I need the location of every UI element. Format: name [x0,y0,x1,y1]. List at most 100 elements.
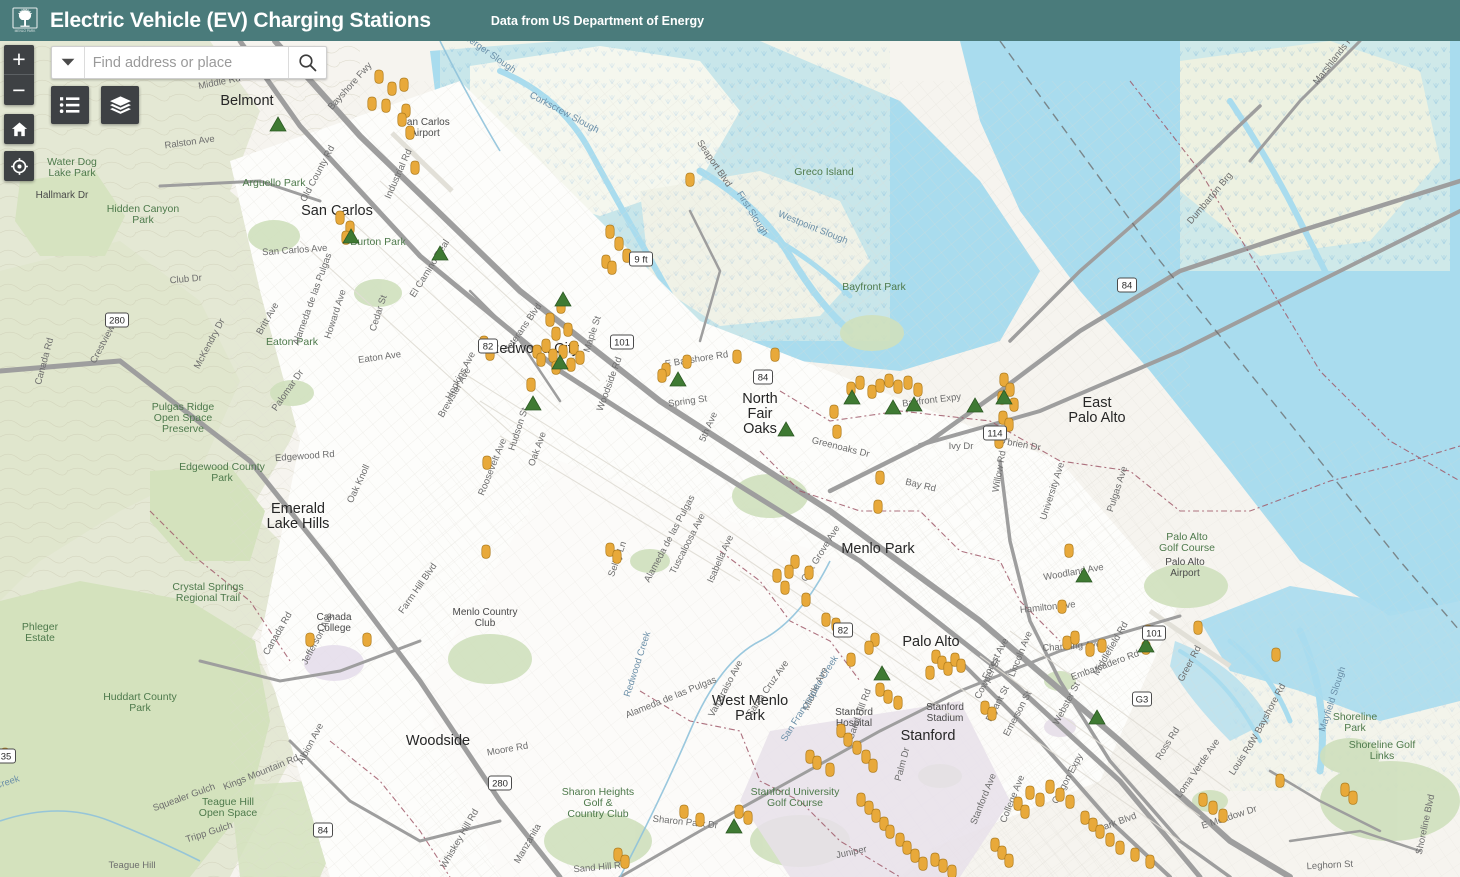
charging-station-marker[interactable] [833,425,841,438]
charging-station-marker[interactable] [388,82,396,95]
charging-station-marker[interactable] [904,376,912,389]
home-button[interactable] [4,114,34,144]
charging-station-marker[interactable] [884,690,892,703]
charging-station-marker[interactable] [1276,774,1284,787]
charging-station-marker[interactable] [411,161,419,174]
charging-station-marker[interactable] [1046,780,1054,793]
charging-station-marker[interactable] [735,805,743,818]
charging-station-marker[interactable] [856,376,864,389]
charging-station-marker[interactable] [1131,848,1139,861]
charging-station-marker[interactable] [552,327,560,340]
charging-station-marker[interactable] [375,70,383,83]
charging-station-marker[interactable] [830,405,838,418]
charging-station-marker[interactable] [785,565,793,578]
charging-station-marker[interactable] [621,855,629,868]
charging-station-marker[interactable] [844,733,852,746]
charging-station-marker[interactable] [802,593,810,606]
charging-station-marker[interactable] [306,633,314,646]
charging-station-marker[interactable] [857,793,865,806]
charging-station-marker[interactable] [696,813,704,826]
charging-station-marker[interactable] [363,633,371,646]
charging-station-marker[interactable] [886,825,894,838]
charging-station-marker[interactable] [549,349,557,362]
charging-station-marker[interactable] [1065,544,1073,557]
charging-station-marker[interactable] [872,809,880,822]
charging-station-marker[interactable] [1349,791,1357,804]
home-button-inner[interactable] [4,114,34,144]
charging-station-marker[interactable] [826,763,834,776]
charging-station-marker[interactable] [939,859,947,872]
search-widget[interactable] [51,46,327,79]
charging-station-marker[interactable] [1106,833,1114,846]
locate-button-inner[interactable] [4,151,34,181]
charging-station-marker[interactable] [527,378,535,391]
charging-station-marker[interactable] [876,471,884,484]
charging-station-marker[interactable] [537,353,545,366]
charging-station-marker[interactable] [1021,805,1029,818]
charging-station-marker[interactable] [1058,600,1066,613]
charging-station-marker[interactable] [919,857,927,870]
charging-station-marker[interactable] [1272,648,1280,661]
charging-station-marker[interactable] [542,339,550,352]
charging-station-marker[interactable] [853,741,861,754]
charging-station-marker[interactable] [988,707,996,720]
charging-station-marker[interactable] [1086,643,1094,656]
charging-station-marker[interactable] [813,756,821,769]
charging-station-marker[interactable] [931,853,939,866]
search-submit-button[interactable] [288,47,326,78]
charging-station-marker[interactable] [957,659,965,672]
charging-station-marker[interactable] [1036,793,1044,806]
charging-station-marker[interactable] [546,313,554,326]
charging-station-marker[interactable] [894,380,902,393]
charging-station-marker[interactable] [805,566,813,579]
charging-station-marker[interactable] [686,173,694,186]
charging-station-marker[interactable] [847,653,855,666]
charging-station-marker[interactable] [914,383,922,396]
charging-station-marker[interactable] [613,550,621,563]
charging-station-marker[interactable] [926,666,934,679]
charging-station-marker[interactable] [382,99,390,112]
charging-station-marker[interactable] [1010,398,1018,411]
charging-station-marker[interactable] [658,369,666,382]
charging-station-marker[interactable] [894,696,902,709]
charging-station-marker[interactable] [865,641,873,654]
charging-station-marker[interactable] [1066,795,1074,808]
charging-station-marker[interactable] [822,613,830,626]
charging-station-marker[interactable] [885,374,893,387]
zoom-in-button[interactable]: + [4,45,34,75]
charging-station-marker[interactable] [1026,786,1034,799]
legend-button[interactable] [51,86,89,124]
charging-station-marker[interactable] [869,759,877,772]
charging-station-marker[interactable] [576,351,584,364]
zoom-out-button[interactable]: − [4,75,34,105]
locate-button[interactable] [4,151,34,181]
charging-station-marker[interactable] [368,97,376,110]
charging-station-marker[interactable] [744,811,752,824]
charging-station-marker[interactable] [400,78,408,91]
charging-station-marker[interactable] [1219,809,1227,822]
charging-station-marker[interactable] [406,126,414,139]
charging-station-marker[interactable] [1005,854,1013,867]
charging-station-marker[interactable] [876,683,884,696]
charging-station-marker[interactable] [781,581,789,594]
charging-station-marker[interactable] [1116,841,1124,854]
charging-station-marker[interactable] [1056,788,1064,801]
charging-station-marker[interactable] [1199,793,1207,806]
charging-station-marker[interactable] [1146,855,1154,868]
charging-station-marker[interactable] [876,379,884,392]
charging-station-marker[interactable] [903,841,911,854]
charging-station-marker[interactable] [564,323,572,336]
charging-station-marker[interactable] [1081,811,1089,824]
charging-station-marker[interactable] [1006,383,1014,396]
charging-station-marker[interactable] [868,385,876,398]
charging-station-marker[interactable] [683,355,691,368]
charging-station-marker[interactable] [483,456,491,469]
charging-station-marker[interactable] [771,348,779,361]
charging-station-marker[interactable] [773,569,781,582]
search-source-dropdown[interactable] [52,47,85,78]
charging-station-marker[interactable] [1194,621,1202,634]
search-input[interactable] [85,47,288,78]
charging-station-marker[interactable] [336,211,344,224]
charging-station-marker[interactable] [874,500,882,513]
charging-station-marker[interactable] [680,805,688,818]
